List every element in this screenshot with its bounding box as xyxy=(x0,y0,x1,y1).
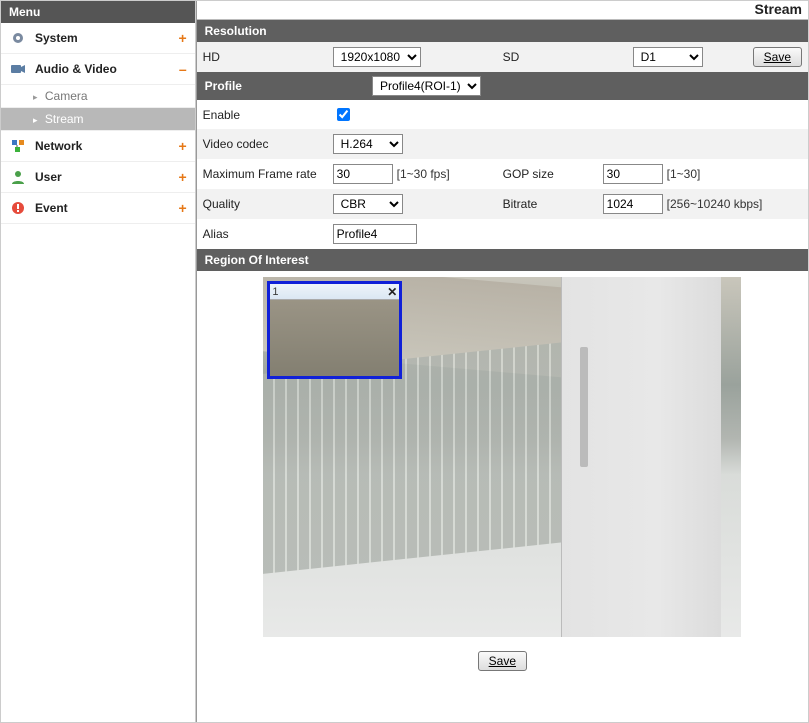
arrow-right-icon: ▸ xyxy=(33,92,38,102)
hd-label: HD xyxy=(203,50,333,64)
profile-header: Profile Profile4(ROI-1) xyxy=(197,72,808,100)
gop-label: GOP size xyxy=(503,167,603,181)
hd-select[interactable]: 1920x1080 xyxy=(333,47,421,67)
sidebar-item-label: Event xyxy=(35,201,178,215)
sidebar-sub-stream[interactable]: ▸ Stream xyxy=(1,108,195,131)
fps-hint: [1~30 fps] xyxy=(397,167,450,181)
fps-input[interactable] xyxy=(333,164,393,184)
arrow-right-icon: ▸ xyxy=(33,115,38,125)
sidebar-title: Menu xyxy=(1,1,195,23)
save-button[interactable]: Save xyxy=(478,651,527,671)
gear-icon xyxy=(9,29,27,47)
fps-row: Maximum Frame rate [1~30 fps] GOP size [… xyxy=(197,159,808,189)
resolution-save-button[interactable]: Save xyxy=(753,47,802,67)
roi-box-body xyxy=(270,300,399,376)
event-icon xyxy=(9,199,27,217)
sidebar-item-network[interactable]: Network + xyxy=(1,131,195,162)
sidebar-item-label: User xyxy=(35,170,178,184)
codec-row: Video codec H.264 xyxy=(197,129,808,159)
sidebar-item-label: Audio & Video xyxy=(35,62,179,76)
sidebar-sub-label: Stream xyxy=(45,112,84,126)
gop-hint: [1~30] xyxy=(667,167,701,181)
roi-header: Region Of Interest xyxy=(197,249,808,271)
camera-icon xyxy=(9,60,27,78)
network-icon xyxy=(9,137,27,155)
enable-checkbox[interactable] xyxy=(337,108,350,121)
sidebar-item-audio-video[interactable]: Audio & Video – xyxy=(1,54,195,85)
sidebar: Menu System + Audio & Video – ▸ Camera ▸… xyxy=(1,1,196,722)
bitrate-input[interactable] xyxy=(603,194,663,214)
user-icon xyxy=(9,168,27,186)
profile-select[interactable]: Profile4(ROI-1) xyxy=(372,76,481,96)
quality-label: Quality xyxy=(203,197,333,211)
bitrate-label: Bitrate xyxy=(503,197,603,211)
roi-close-icon[interactable]: ✕ xyxy=(387,285,397,299)
roi-box-1[interactable]: 1 ✕ xyxy=(267,281,402,379)
alias-row: Alias xyxy=(197,219,808,249)
sidebar-item-system[interactable]: System + xyxy=(1,23,195,54)
alias-input[interactable] xyxy=(333,224,417,244)
sd-label: SD xyxy=(503,50,633,64)
expand-icon: + xyxy=(178,169,186,185)
expand-icon: + xyxy=(178,138,186,154)
sidebar-item-event[interactable]: Event + xyxy=(1,193,195,224)
roi-preview[interactable]: 1 ✕ xyxy=(263,277,741,637)
expand-icon: + xyxy=(178,200,186,216)
collapse-icon: – xyxy=(179,61,187,77)
sidebar-item-label: System xyxy=(35,31,178,45)
bitrate-hint: [256~10240 kbps] xyxy=(667,197,763,211)
resolution-header: Resolution xyxy=(197,20,808,42)
alias-label: Alias xyxy=(203,227,333,241)
codec-label: Video codec xyxy=(203,137,333,151)
profile-header-label: Profile xyxy=(205,79,242,93)
sidebar-item-user[interactable]: User + xyxy=(1,162,195,193)
footer-save-row: Save xyxy=(197,637,808,685)
gop-input[interactable] xyxy=(603,164,663,184)
expand-icon: + xyxy=(178,30,186,46)
roi-box-number: 1 xyxy=(272,286,387,298)
page-title: Stream xyxy=(197,1,808,20)
sidebar-item-label: Network xyxy=(35,139,178,153)
sidebar-sub-camera[interactable]: ▸ Camera xyxy=(1,85,195,108)
fps-label: Maximum Frame rate xyxy=(203,167,333,181)
quality-row: Quality CBR Bitrate [256~10240 kbps] xyxy=(197,189,808,219)
sidebar-sub-label: Camera xyxy=(45,89,88,103)
enable-row: Enable xyxy=(197,100,808,129)
quality-select[interactable]: CBR xyxy=(333,194,403,214)
content-panel: Stream Resolution HD 1920x1080 SD D1 Sav… xyxy=(196,1,808,722)
codec-select[interactable]: H.264 xyxy=(333,134,403,154)
sd-select[interactable]: D1 xyxy=(633,47,703,67)
resolution-row: HD 1920x1080 SD D1 Save xyxy=(197,42,808,72)
enable-label: Enable xyxy=(203,108,333,122)
